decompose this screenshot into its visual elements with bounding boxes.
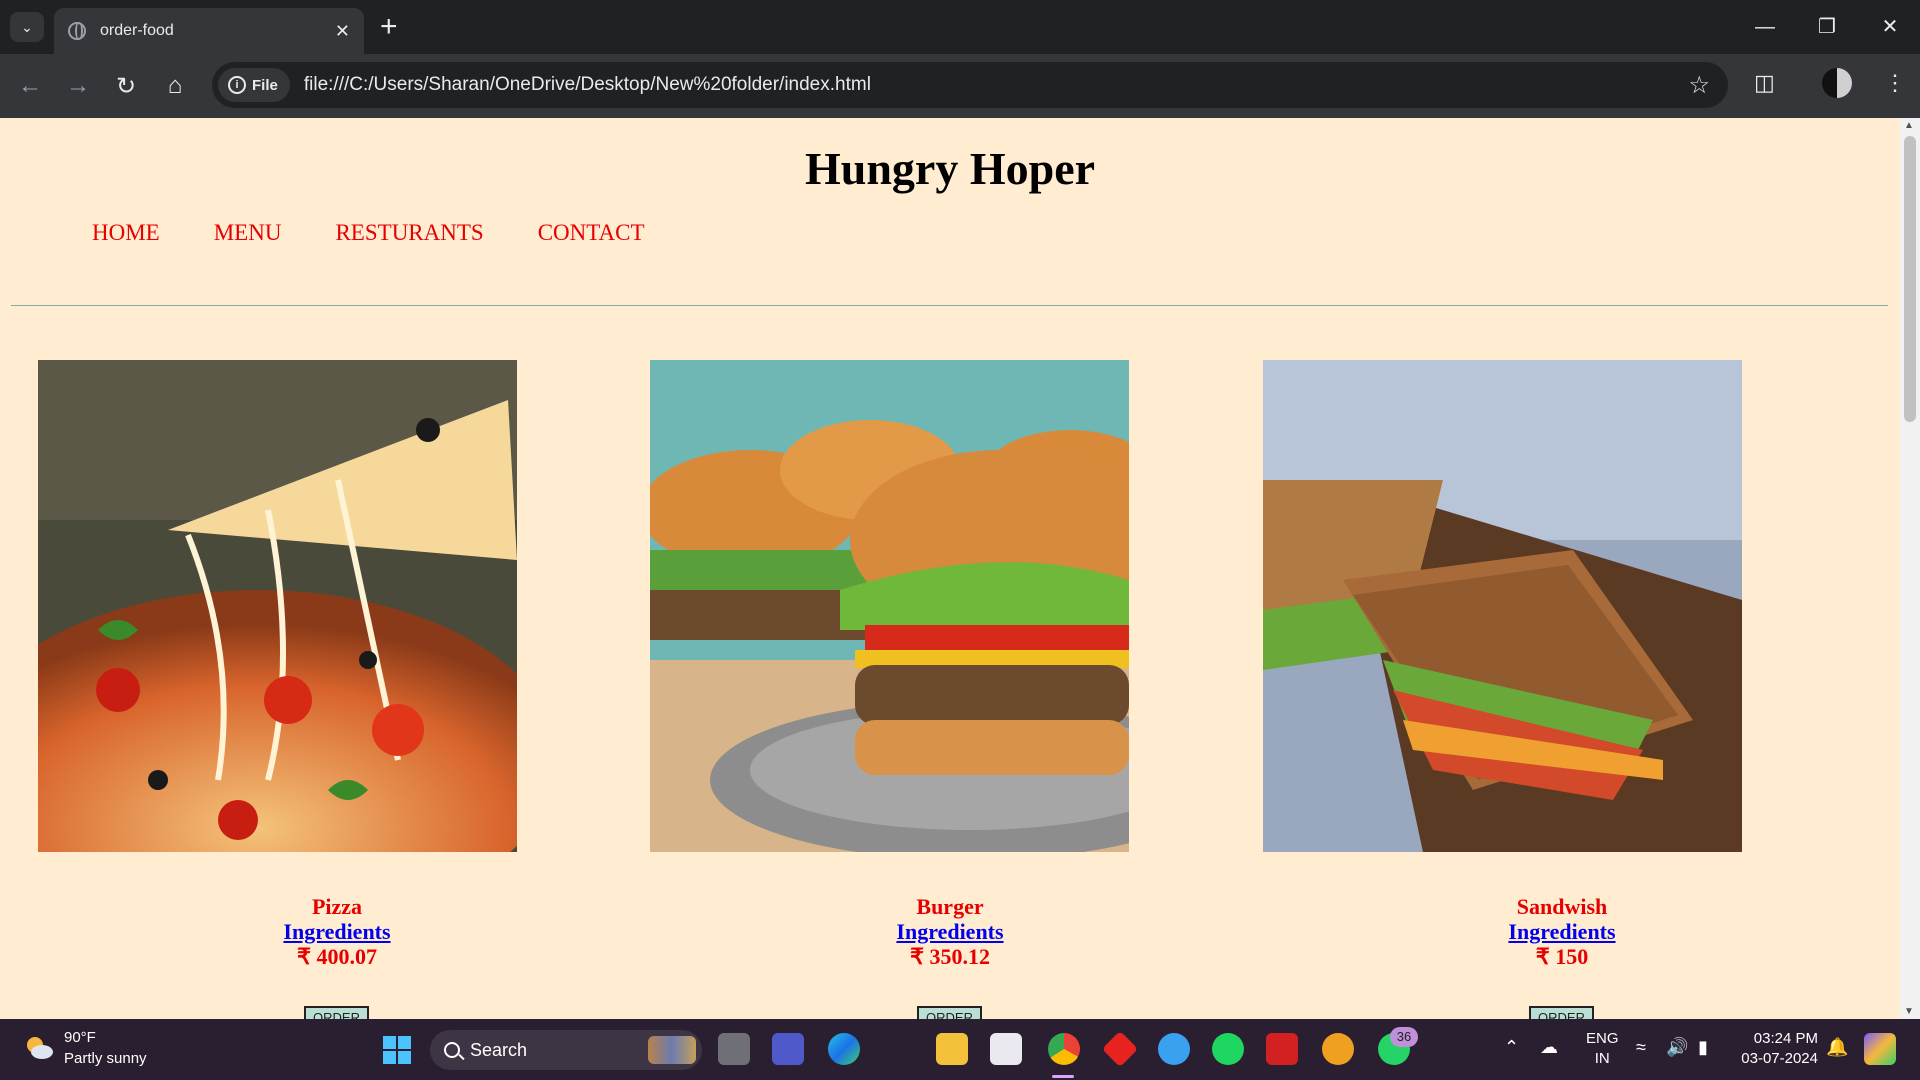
nav-home-link[interactable]: HOME (92, 220, 160, 246)
burger-image (650, 360, 1129, 852)
ingredients-link[interactable]: Ingredients (1412, 919, 1712, 944)
vpn-shield-icon[interactable] (1322, 1033, 1354, 1065)
microsoft-store-icon[interactable] (990, 1033, 1022, 1065)
spotify-icon[interactable] (1212, 1033, 1244, 1065)
language-indicator[interactable]: ENG IN (1586, 1029, 1619, 1069)
task-view-icon[interactable] (718, 1033, 750, 1065)
sandwich-card-text: Sandwish Ingredients ₹ 150 (1412, 894, 1712, 969)
search-icon (444, 1042, 460, 1058)
ingredients-link[interactable]: Ingredients (800, 919, 1100, 944)
extensions-puzzle-icon[interactable]: ◫ (1754, 70, 1775, 96)
food-name: Pizza (311, 894, 363, 919)
tab-close-icon[interactable]: ✕ (335, 21, 350, 42)
help-app-icon[interactable] (1158, 1033, 1190, 1065)
clock-time: 03:24 PM (1753, 1030, 1818, 1047)
show-hidden-icons-chevron-icon[interactable]: ⌃ (1504, 1037, 1519, 1058)
anydesk-icon[interactable] (1101, 1030, 1139, 1068)
volume-icon[interactable]: 🔊 (1666, 1037, 1688, 1058)
region-code: IN (1594, 1050, 1610, 1067)
food-name: Sandwish (1516, 894, 1608, 919)
back-arrow-icon[interactable]: ← (12, 68, 48, 104)
scroll-thumb[interactable] (1904, 136, 1916, 422)
reload-icon[interactable]: ↻ (108, 68, 144, 104)
main-nav: HOME MENU RESTURANTS CONTACT (92, 220, 645, 246)
sandwich-image (1263, 360, 1742, 852)
battery-icon[interactable]: ▮ (1698, 1037, 1708, 1058)
page-viewport: Hungry Hoper HOME MENU RESTURANTS CONTAC… (0, 118, 1920, 1019)
whatsapp-unread-badge: 36 (1390, 1027, 1418, 1047)
weather-temperature: 90°F (64, 1029, 96, 1046)
minimize-icon[interactable]: — (1745, 10, 1785, 44)
url-text[interactable]: file:///C:/Users/Sharan/OneDrive/Desktop… (304, 74, 1689, 96)
wifi-icon[interactable]: ≈ (1636, 1037, 1646, 1058)
nav-restaurants-link[interactable]: RESTURANTS (335, 220, 483, 246)
windows-start-icon[interactable] (383, 1036, 411, 1064)
language-code: ENG (1586, 1030, 1619, 1047)
edge-icon[interactable] (828, 1033, 860, 1065)
food-name: Burger (916, 894, 984, 919)
taskbar-search[interactable]: Search (430, 1030, 702, 1070)
header-divider (11, 305, 1888, 306)
tab-search-chevron-icon[interactable]: ⌄ (10, 12, 44, 42)
chrome-active-indicator (1052, 1075, 1074, 1078)
site-info-chip[interactable]: i File (218, 68, 290, 102)
mcafee-icon[interactable] (1266, 1033, 1298, 1065)
notification-bell-icon[interactable]: 🔔 (1826, 1037, 1848, 1058)
teams-icon[interactable] (772, 1033, 804, 1065)
burger-card-text: Burger Ingredients ₹ 350.12 (800, 894, 1100, 969)
onedrive-cloud-icon[interactable]: ☁ (1540, 1037, 1558, 1058)
bookmark-star-icon[interactable]: ☆ (1688, 71, 1710, 100)
scroll-up-arrow-icon[interactable]: ▲ (1904, 120, 1914, 131)
search-label: Search (470, 1039, 528, 1060)
new-tab-plus-icon[interactable]: + (380, 10, 398, 44)
address-bar[interactable]: i File file:///C:/Users/Sharan/OneDrive/… (212, 62, 1728, 108)
nav-menu-link[interactable]: MENU (214, 220, 282, 246)
pizza-card-text: Pizza Ingredients ₹ 400.07 (187, 894, 487, 969)
forward-arrow-icon[interactable]: → (60, 68, 96, 104)
tab-title: order-food (100, 22, 174, 39)
profile-avatar[interactable] (1822, 68, 1852, 98)
scroll-down-arrow-icon[interactable]: ▼ (1904, 1006, 1914, 1017)
food-price: ₹ 150 (1535, 944, 1589, 969)
browser-tab-active[interactable]: order-food ✕ (54, 8, 364, 54)
sandwich-order-button[interactable]: ORDER (1529, 1006, 1594, 1019)
copilot-icon[interactable] (1864, 1033, 1896, 1065)
burger-order-button[interactable]: ORDER (917, 1006, 982, 1019)
site-info-label: File (252, 76, 278, 94)
chrome-icon[interactable] (1048, 1033, 1080, 1065)
windows-taskbar: 90°F Partly sunny Search 36 ⌃ ☁ ENG IN ≈… (0, 1019, 1920, 1080)
food-price: ₹ 350.12 (910, 944, 990, 969)
window-close-icon[interactable]: ✕ (1870, 10, 1910, 44)
pizza-order-button[interactable]: ORDER (304, 1006, 369, 1019)
pizza-image (38, 360, 517, 852)
restore-icon[interactable]: ❐ (1807, 10, 1847, 44)
system-clock[interactable]: 03:24 PM 03-07-2024 (1738, 1029, 1818, 1069)
file-explorer-icon[interactable] (936, 1033, 968, 1065)
browser-tab-bar: ⌄ order-food ✕ + — ❐ ✕ (0, 0, 1920, 54)
clock-date: 03-07-2024 (1741, 1050, 1818, 1067)
food-price: ₹ 400.07 (297, 944, 377, 969)
browser-toolbar: ← → ↻ ⌂ i File file:///C:/Users/Sharan/O… (0, 54, 1920, 118)
page-scrollbar[interactable]: ▲ ▼ (1900, 118, 1920, 1019)
info-icon: i (228, 76, 246, 94)
ingredients-link[interactable]: Ingredients (187, 919, 487, 944)
partly-sunny-icon[interactable] (24, 1034, 54, 1060)
globe-icon (68, 22, 86, 40)
more-menu-icon[interactable]: ⋮ (1884, 70, 1906, 96)
weather-description: Partly sunny (64, 1050, 147, 1067)
search-highlight-image (648, 1036, 696, 1064)
nav-contact-link[interactable]: CONTACT (538, 220, 645, 246)
site-title: Hungry Hoper (804, 143, 1096, 194)
home-icon[interactable]: ⌂ (157, 68, 193, 104)
